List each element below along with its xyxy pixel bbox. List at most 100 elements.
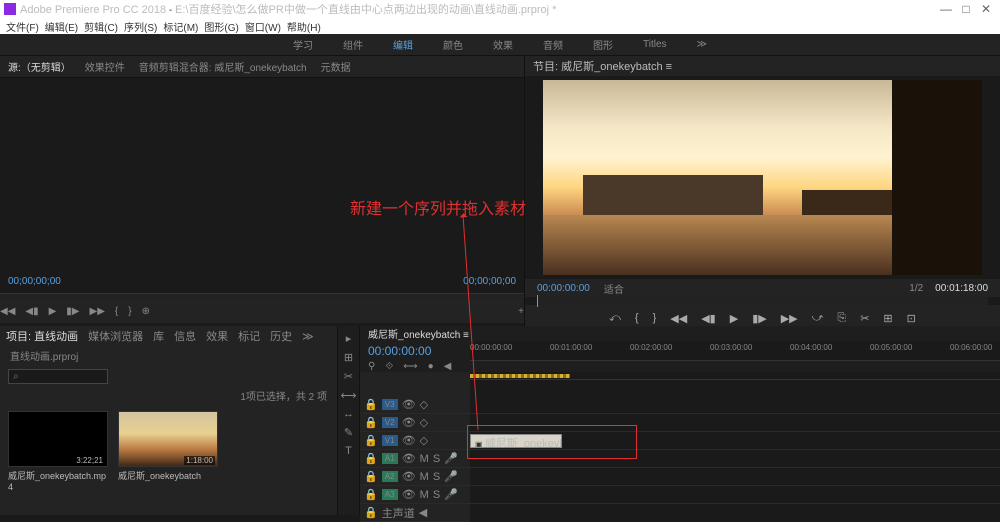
clip-name[interactable]: 威尼斯_onekeybatch	[118, 467, 218, 482]
project-item[interactable]: 1:18:00 威尼斯_onekeybatch	[118, 411, 218, 492]
hand-tool-icon[interactable]: ✎	[344, 426, 353, 439]
src-add-icon[interactable]: +	[518, 306, 524, 317]
track-select-tool-icon[interactable]: ⊞	[344, 351, 353, 364]
track-header-a1[interactable]: 🔒A1👁MS🎤	[360, 450, 470, 468]
tab-proj-effects[interactable]: 效果	[206, 328, 228, 344]
menu-sequence[interactable]: 序列(S)	[124, 19, 157, 34]
track-header-a2[interactable]: 🔒A2👁MS🎤	[360, 468, 470, 486]
snap-icon[interactable]: ⚲	[368, 361, 375, 372]
prog-mark-in-icon[interactable]: ⤺	[609, 312, 621, 325]
track-header-a3[interactable]: 🔒A3👁MS🎤	[360, 486, 470, 504]
track-header-v2[interactable]: 🔒V2👁◇	[360, 414, 470, 432]
prog-step-back-icon[interactable]: ◀▮	[701, 312, 716, 325]
ws-assembly[interactable]: 组件	[343, 37, 363, 52]
menu-help[interactable]: 帮助(H)	[287, 19, 321, 34]
settings-icon[interactable]: ●	[428, 361, 434, 372]
tab-source[interactable]: 源:（无剪辑）	[8, 59, 71, 74]
prog-export-icon[interactable]: ⊞	[883, 312, 892, 325]
track-a2[interactable]	[470, 468, 1000, 486]
type-tool-icon[interactable]: T	[345, 445, 352, 457]
tab-media-browser[interactable]: 媒体浏览器	[88, 328, 143, 344]
timeline-tc[interactable]: 00:00:00:00	[368, 344, 431, 358]
menu-file[interactable]: 文件(F)	[6, 19, 39, 34]
program-tc[interactable]: 00:00:00:00	[537, 283, 590, 294]
ws-graphics[interactable]: 图形	[593, 37, 613, 52]
menu-edit[interactable]: 编辑(E)	[45, 19, 78, 34]
project-search-input[interactable]	[8, 369, 108, 384]
prog-step-fwd-icon[interactable]: ▮▶	[752, 312, 767, 325]
playhead-icon[interactable]	[537, 295, 538, 307]
prog-ffwd-icon[interactable]: ▶▶	[781, 312, 798, 325]
project-item[interactable]: 3:22;21 威尼斯_onekeybatch.mp4	[8, 411, 108, 492]
menu-graphic[interactable]: 图形(G)	[204, 19, 238, 34]
prog-settings-icon[interactable]: ⊡	[907, 312, 916, 325]
menu-marker[interactable]: 标记(M)	[163, 19, 198, 34]
thumbnail[interactable]: 1:18:00	[118, 411, 218, 467]
ws-audio[interactable]: 音频	[543, 37, 563, 52]
program-monitor[interactable]	[543, 80, 982, 275]
tab-project[interactable]: 项目: 直线动画	[6, 328, 78, 344]
track-v3[interactable]	[470, 396, 1000, 414]
prog-mark-out-icon[interactable]: ⤻	[812, 312, 824, 325]
source-tc-out[interactable]: 00;00;00;00	[463, 276, 516, 287]
src-play-icon[interactable]: ▶	[49, 306, 57, 317]
menu-window[interactable]: 窗口(W)	[245, 19, 281, 34]
src-step-back-icon[interactable]: ◀▮	[25, 306, 38, 317]
ws-learn[interactable]: 学习	[293, 37, 313, 52]
program-zoom[interactable]: 1/2	[909, 283, 923, 294]
src-in-icon[interactable]: {	[115, 306, 118, 317]
program-scrubber[interactable]	[537, 297, 988, 305]
ws-color[interactable]: 颜色	[443, 37, 463, 52]
tab-markers[interactable]: 标记	[238, 328, 260, 344]
src-rewind-icon[interactable]: ◀◀	[0, 306, 15, 317]
source-monitor[interactable]: 00;00;00;00 00;00;00;00	[0, 78, 524, 293]
pen-tool-icon[interactable]: ↔	[343, 408, 354, 420]
tab-proj-more[interactable]: ≫	[302, 330, 314, 343]
ws-titles[interactable]: Titles	[643, 39, 667, 50]
thumbnail[interactable]: 3:22;21	[8, 411, 108, 467]
razor-tool-icon[interactable]: ✂	[344, 370, 353, 383]
marker-icon[interactable]: ⟷	[403, 361, 417, 372]
ws-edit[interactable]: 编辑	[393, 37, 413, 52]
prog-play-icon[interactable]: ▶	[730, 312, 738, 325]
track-a3[interactable]	[470, 486, 1000, 504]
tab-info[interactable]: 信息	[174, 328, 196, 344]
menu-clip[interactable]: 剪辑(C)	[84, 19, 118, 34]
tab-libraries[interactable]: 库	[153, 328, 164, 344]
prog-in-icon[interactable]: {	[635, 312, 639, 324]
wrench-icon[interactable]: ◀	[444, 361, 452, 372]
prog-extract-icon[interactable]: ✂	[860, 312, 869, 325]
src-insert-icon[interactable]: ⊕	[142, 306, 150, 317]
slip-tool-icon[interactable]: ⟷	[341, 389, 357, 402]
prog-lift-icon[interactable]: ⎘	[837, 312, 846, 325]
minimize-button[interactable]: —	[936, 2, 956, 16]
tab-effect-controls[interactable]: 效果控件	[85, 59, 125, 74]
clip-name[interactable]: 威尼斯_onekeybatch.mp4	[8, 467, 108, 492]
timeline-ruler[interactable]: 00:00:00:00 00:01:00:00 00:02:00:00 00:0…	[470, 341, 1000, 361]
maximize-button[interactable]: □	[956, 2, 976, 16]
timeline-panel: 威尼斯_onekeybatch ≡ 00:00:00:00 00:00:00:0…	[360, 326, 1000, 515]
selection-tool-icon[interactable]: ▸	[346, 332, 352, 345]
close-button[interactable]: ✕	[976, 2, 996, 16]
link-icon[interactable]: ⟐	[385, 361, 393, 372]
source-tc-in[interactable]: 00;00;00;00	[8, 276, 61, 287]
ws-effects[interactable]: 效果	[493, 37, 513, 52]
src-ffwd-icon[interactable]: ▶▶	[90, 306, 105, 317]
ws-more[interactable]: ≫	[697, 39, 707, 50]
track-header-master[interactable]: 🔒主声道◀	[360, 504, 470, 522]
tab-audio-mixer[interactable]: 音频剪辑混合器: 威尼斯_onekeybatch	[139, 59, 307, 74]
marker-bar[interactable]	[470, 372, 1000, 380]
track-header-v3[interactable]: 🔒V3👁◇	[360, 396, 470, 414]
track-header-v1[interactable]: 🔒V1👁◇	[360, 432, 470, 450]
ruler-tick: 00:01:00:00	[550, 343, 592, 352]
program-fit[interactable]: 适合	[604, 281, 624, 296]
program-title[interactable]: 节目: 威尼斯_onekeybatch ≡	[533, 58, 672, 74]
tab-history[interactable]: 历史	[270, 328, 292, 344]
prog-out-icon[interactable]: }	[653, 312, 657, 324]
tab-metadata[interactable]: 元数据	[321, 59, 351, 74]
timeline-sequence-name[interactable]: 威尼斯_onekeybatch ≡	[368, 326, 469, 341]
prog-rewind-icon[interactable]: ◀◀	[670, 312, 687, 325]
project-selection-info: 1项已选择，共 2 项	[0, 388, 337, 403]
src-step-fwd-icon[interactable]: ▮▶	[66, 306, 79, 317]
src-out-icon[interactable]: }	[128, 306, 131, 317]
